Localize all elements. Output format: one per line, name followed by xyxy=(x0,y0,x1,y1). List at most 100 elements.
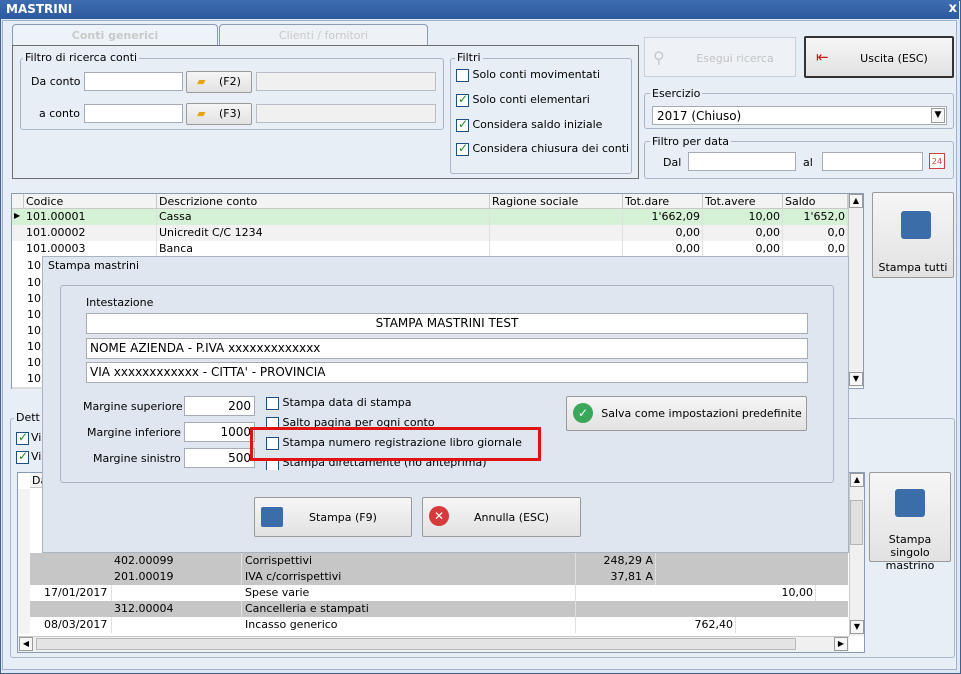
dettaglio-scrollbar[interactable] xyxy=(849,473,864,636)
cell-desc: Cancelleria e stampati xyxy=(243,601,576,617)
cell-codice: 101.00003 xyxy=(24,241,157,257)
printer-icon xyxy=(901,211,931,239)
hscroll-thumb[interactable] xyxy=(36,638,796,650)
cell-desc: Spese varie xyxy=(243,585,576,601)
tab-clienti-fornitori[interactable]: Clienti / fornitori xyxy=(219,24,428,46)
uscita-button[interactable]: ⇤ Uscita (ESC) xyxy=(804,36,954,78)
checkbox[interactable] xyxy=(456,68,469,82)
margine-inferiore-input[interactable]: 1000 xyxy=(184,422,255,442)
checkbox[interactable] xyxy=(456,92,469,107)
al-input[interactable] xyxy=(822,152,923,171)
cell-ragione xyxy=(490,225,623,241)
esegui-ricerca-button[interactable]: ⚲ Esegui ricerca xyxy=(644,37,796,77)
esercizio-label: Esercizio xyxy=(650,87,703,100)
intestazione-line3[interactable]: VIA xxxxxxxxxxxx - CITTA' - PROVINCIA xyxy=(86,362,808,383)
grid-scrollbar[interactable] xyxy=(848,194,863,387)
cell-descrizione: Banca xyxy=(157,241,490,257)
filtro-saldo-iniziale[interactable]: Considera saldo iniziale xyxy=(456,117,603,132)
scroll-down-icon[interactable]: ▼ xyxy=(849,372,863,386)
close-icon[interactable]: x xyxy=(949,1,957,16)
salva-impostazioni-button[interactable]: ✓ Salva come impostazioni predefinite xyxy=(566,396,807,431)
f2-button[interactable]: ▰ (F2) xyxy=(186,71,252,93)
cell-descrizione: Unicredit C/C 1234 xyxy=(157,225,490,241)
cell-conto: 201.00019 xyxy=(112,569,242,585)
dal-label: Dal xyxy=(663,156,682,169)
filtro-solo-movimentati[interactable]: Solo conti movimentati xyxy=(456,68,600,82)
esercizio-select[interactable]: 2017 (Chiuso) ▼ xyxy=(652,106,947,125)
check-circle-icon: ✓ xyxy=(573,403,593,423)
cell-avere: 762,40 xyxy=(656,617,736,633)
checkbox[interactable] xyxy=(456,141,469,156)
cell-dare: 248,29 A xyxy=(576,553,656,569)
row-pointer-icon: ▶ xyxy=(14,211,21,220)
intestazione-line1[interactable]: STAMPA MASTRINI TEST xyxy=(86,313,808,334)
cell-avere: 0,00 xyxy=(703,225,783,241)
scroll-thumb[interactable] xyxy=(850,500,863,545)
cell-data: 17/01/2017 xyxy=(42,585,112,601)
stampa-tutti-label: Stampa tutti xyxy=(878,261,948,274)
annulla-esc-button[interactable]: ✕ Annulla (ESC) xyxy=(422,497,581,537)
opt-stampa-data[interactable]: Stampa data di stampa xyxy=(266,396,412,410)
col-codice[interactable]: Codice xyxy=(24,194,157,209)
salva-label: Salva come impostazioni predefinite xyxy=(601,407,802,420)
scroll-up-icon[interactable]: ▲ xyxy=(850,473,864,487)
filtro-label: Considera saldo iniziale xyxy=(472,118,603,131)
opt-label: Stampa data di stampa xyxy=(282,396,412,409)
cell-dare: 37,81 A xyxy=(576,569,656,585)
stampa-singolo-button[interactable]: Stampa singolo mastrino xyxy=(869,472,951,572)
filtro-label: Solo conti movimentati xyxy=(472,68,601,81)
annulla-label: Annulla (ESC) xyxy=(474,511,549,524)
cell-conto: 402.00099 xyxy=(112,553,242,569)
checkbox[interactable] xyxy=(16,449,29,464)
a-conto-input[interactable] xyxy=(84,104,183,123)
filter-group-label: Filtro di ricerca conti xyxy=(23,51,140,64)
col-descrizione[interactable]: Descrizione conto xyxy=(157,194,490,209)
cell-desc: IVA c/corrispettivi xyxy=(243,569,576,585)
esegui-label: Esegui ricerca xyxy=(696,52,774,65)
f2-label: (F2) xyxy=(219,75,241,88)
col-saldo[interactable]: Saldo xyxy=(783,194,848,209)
cell-ragione xyxy=(490,209,623,225)
row-header-corner xyxy=(12,194,24,209)
checkbox[interactable] xyxy=(266,460,279,470)
uscita-label: Uscita (ESC) xyxy=(860,52,928,65)
cell-descrizione: Cassa xyxy=(157,209,490,225)
stampa-f9-button[interactable]: Stampa (F9) xyxy=(254,497,412,537)
cell-data: 08/03/2017 xyxy=(42,617,112,633)
highlight-box xyxy=(250,427,541,461)
scroll-up-icon[interactable]: ▲ xyxy=(849,194,863,208)
esercizio-value: 2017 (Chiuso) xyxy=(657,109,742,123)
calendar-icon[interactable]: 24 xyxy=(929,153,945,169)
stampa-f9-label: Stampa (F9) xyxy=(309,511,377,524)
scroll-left-icon[interactable]: ◀ xyxy=(19,637,33,651)
checkbox[interactable] xyxy=(456,117,469,132)
da-conto-desc xyxy=(256,72,436,91)
checkbox[interactable] xyxy=(266,396,279,410)
cell-codice: 101.00002 xyxy=(24,225,157,241)
opt-stampa-diretta[interactable]: Stampa direttamente (no anteprima) xyxy=(266,460,487,470)
intestazione-line2[interactable]: NOME AZIENDA - P.IVA xxxxxxxxxxxxx xyxy=(86,338,808,359)
margine-superiore-input[interactable]: 200 xyxy=(184,396,255,416)
scroll-right-icon[interactable]: ▶ xyxy=(834,637,848,651)
f3-button[interactable]: ▰ (F3) xyxy=(186,103,252,125)
tab-conti-generici[interactable]: Conti generici xyxy=(12,24,218,46)
col-tot-avere[interactable]: Tot.avere xyxy=(703,194,783,209)
col-tot-dare[interactable]: Tot.dare xyxy=(623,194,703,209)
intestazione-label: Intestazione xyxy=(86,296,154,309)
a-conto-label: a conto xyxy=(39,107,81,120)
dal-input[interactable] xyxy=(688,152,796,171)
scroll-down-icon[interactable]: ▼ xyxy=(850,620,864,634)
checkbox[interactable] xyxy=(16,430,29,445)
filtro-solo-elementari[interactable]: Solo conti elementari xyxy=(456,92,590,107)
filtro-chiusura-conti[interactable]: Considera chiusura dei conti xyxy=(456,141,630,156)
filtro-label: Considera chiusura dei conti xyxy=(472,142,630,155)
margine-inferiore-label: Margine inferiore : xyxy=(87,426,189,439)
cell-desc: Corrispettivi xyxy=(243,553,576,569)
printer-icon xyxy=(261,507,283,527)
stampa-tutti-button[interactable]: Stampa tutti xyxy=(872,192,954,278)
margine-sinistro-input[interactable]: 500 xyxy=(184,448,255,468)
chevron-down-icon[interactable]: ▼ xyxy=(931,108,945,123)
col-ragione-sociale[interactable]: Ragione sociale xyxy=(490,194,623,209)
folder-icon: ▰ xyxy=(197,107,206,120)
da-conto-input[interactable] xyxy=(84,72,183,91)
